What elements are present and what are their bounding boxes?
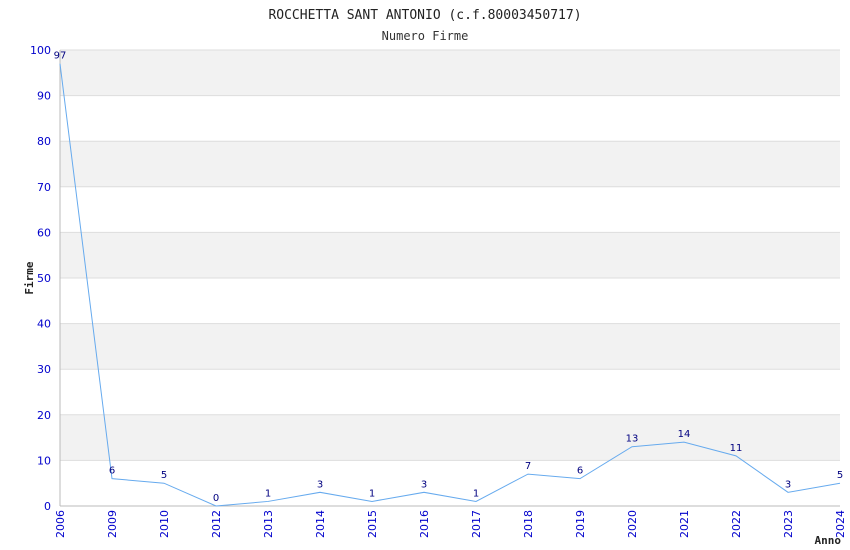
plot-band	[60, 141, 840, 187]
data-label: 3	[317, 479, 323, 490]
y-tick-label: 90	[37, 90, 51, 103]
x-tick-label: 2021	[678, 510, 691, 538]
data-label: 5	[161, 470, 167, 481]
data-label: 0	[213, 493, 219, 504]
y-tick-label: 70	[37, 181, 51, 194]
x-tick-label: 2012	[210, 510, 223, 538]
data-label: 14	[678, 429, 691, 440]
chart: ROCCHETTA SANT ANTONIO (c.f.80003450717)…	[23, 8, 847, 547]
x-tick-label: 2019	[574, 510, 587, 538]
y-tick-label: 40	[37, 318, 51, 331]
x-tick-label: 2009	[106, 510, 119, 538]
data-label: 6	[577, 466, 583, 477]
data-label: 3	[421, 479, 427, 490]
x-tick-labels: 2006 2009 2010 2012 2013 2014 2015 2016 2017 2018…	[54, 510, 847, 538]
plot-band	[60, 95, 840, 142]
data-label: 7	[525, 461, 531, 472]
data-label: 5	[837, 470, 843, 481]
plot-band	[60, 460, 840, 506]
y-tick-label: 100	[30, 44, 51, 57]
x-tick-label: 2020	[626, 510, 639, 538]
data-label: 1	[265, 488, 271, 499]
x-tick-label: 2006	[54, 510, 67, 538]
x-tick-label: 2017	[470, 510, 483, 538]
y-tick-label: 80	[37, 135, 51, 148]
data-label: 11	[730, 443, 743, 454]
chart-subtitle: Numero Firme	[382, 29, 469, 43]
data-label: 1	[369, 488, 375, 499]
data-label: 6	[109, 466, 115, 477]
x-tick-label: 2016	[418, 510, 431, 538]
x-tick-label: 2014	[314, 510, 327, 538]
y-tick-label: 0	[44, 500, 51, 513]
x-tick-label: 2023	[782, 510, 795, 538]
y-tick-label: 50	[37, 272, 51, 285]
plot-band	[60, 278, 840, 324]
data-label: 1	[473, 488, 479, 499]
data-label: 13	[626, 434, 639, 445]
y-tick-label: 10	[37, 454, 51, 467]
plot-band	[60, 323, 840, 370]
plot-band	[60, 414, 840, 461]
chart-title: ROCCHETTA SANT ANTONIO (c.f.80003450717)	[268, 8, 581, 23]
plot-band	[60, 369, 840, 415]
y-axis-label: Firme	[23, 261, 36, 294]
x-axis-label: Anno	[815, 534, 842, 547]
plot-band	[60, 50, 840, 96]
y-tick-label: 30	[37, 363, 51, 376]
y-tick-label: 20	[37, 409, 51, 422]
x-tick-label: 2010	[158, 510, 171, 538]
data-label: 97	[54, 51, 67, 62]
x-tick-label: 2018	[522, 510, 535, 538]
x-tick-label: 2013	[262, 510, 275, 538]
data-label: 3	[785, 479, 791, 490]
x-tick-label: 2015	[366, 510, 379, 538]
y-tick-label: 60	[37, 226, 51, 239]
plot-band	[60, 186, 840, 233]
x-tick-label: 2022	[730, 510, 743, 538]
plot-band	[60, 232, 840, 278]
